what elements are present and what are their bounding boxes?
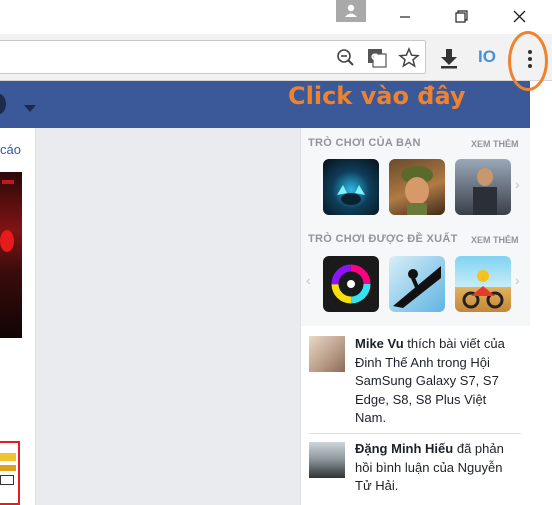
suggested-games-title: TRÒ CHƠI ĐƯỢC ĐỀ XUẤT <box>308 233 458 245</box>
translate-button[interactable]: G <box>366 47 388 74</box>
callout-text: Click vào đây <box>288 82 466 110</box>
account-dropdown[interactable] <box>24 100 36 118</box>
story-item-1[interactable]: Mike Vu thích bài viết của Đinh Thế Anh … <box>355 335 520 428</box>
soldier-icon <box>401 166 433 215</box>
dragon-icon <box>337 185 365 205</box>
game-moto-x3m[interactable] <box>455 256 511 312</box>
your-games-title: TRÒ CHƠI CỦA BẠN <box>308 137 421 149</box>
suggested-games-see-more[interactable]: XEM THÊM <box>471 235 519 245</box>
extension-button[interactable]: IO <box>478 47 496 67</box>
zoom-button[interactable] <box>336 48 356 73</box>
gangster-icon <box>473 168 497 215</box>
suggested-games-prev-arrow[interactable]: ‹ <box>306 272 311 288</box>
color-ring-icon <box>331 264 371 304</box>
game-color-switch[interactable] <box>323 256 379 312</box>
your-games-see-more[interactable]: XEM THÊM <box>471 139 519 149</box>
your-games-next-arrow[interactable]: › <box>515 176 520 192</box>
svg-text:G: G <box>371 53 378 63</box>
zoom-out-icon <box>337 49 354 66</box>
minimize-icon <box>400 16 410 18</box>
game-stickman-run[interactable] <box>389 256 445 312</box>
ad-image[interactable] <box>0 172 22 338</box>
person-icon <box>345 4 357 17</box>
profile-button[interactable] <box>336 0 366 22</box>
story-item-2[interactable]: Đặng Minh Hiếu đã phản hồi bình luận của… <box>355 440 520 496</box>
close-window-button[interactable] <box>504 6 534 28</box>
address-bar[interactable] <box>0 40 426 74</box>
page-edge <box>530 81 552 505</box>
story-author-2[interactable]: Đặng Minh Hiếu <box>355 441 453 456</box>
caret-down-icon <box>24 105 36 112</box>
close-icon <box>513 10 526 23</box>
suggested-games-next-arrow[interactable]: › <box>515 272 520 288</box>
bookmark-star-button[interactable] <box>398 47 420 74</box>
game-city[interactable] <box>455 159 511 215</box>
game-dragon[interactable] <box>323 159 379 215</box>
minimize-button[interactable] <box>390 6 420 28</box>
story-divider <box>309 433 521 434</box>
highlight-ring <box>508 31 548 91</box>
story-thumbnail-2[interactable] <box>309 442 345 478</box>
stickman-icon <box>393 266 441 308</box>
game-soldier[interactable] <box>389 159 445 215</box>
ad-image-2[interactable] <box>0 441 20 505</box>
downloads-button[interactable] <box>437 46 461 75</box>
star-icon <box>398 47 420 68</box>
ad-label-link[interactable]: cáo <box>0 142 21 157</box>
story-thumbnail-1[interactable] <box>309 336 345 372</box>
restore-button[interactable] <box>446 6 476 28</box>
restore-icon <box>455 10 468 23</box>
motorbike-icon <box>462 270 504 309</box>
translate-icon: G <box>368 49 387 68</box>
story-author-1[interactable]: Mike Vu <box>355 336 404 351</box>
download-icon <box>441 49 457 69</box>
